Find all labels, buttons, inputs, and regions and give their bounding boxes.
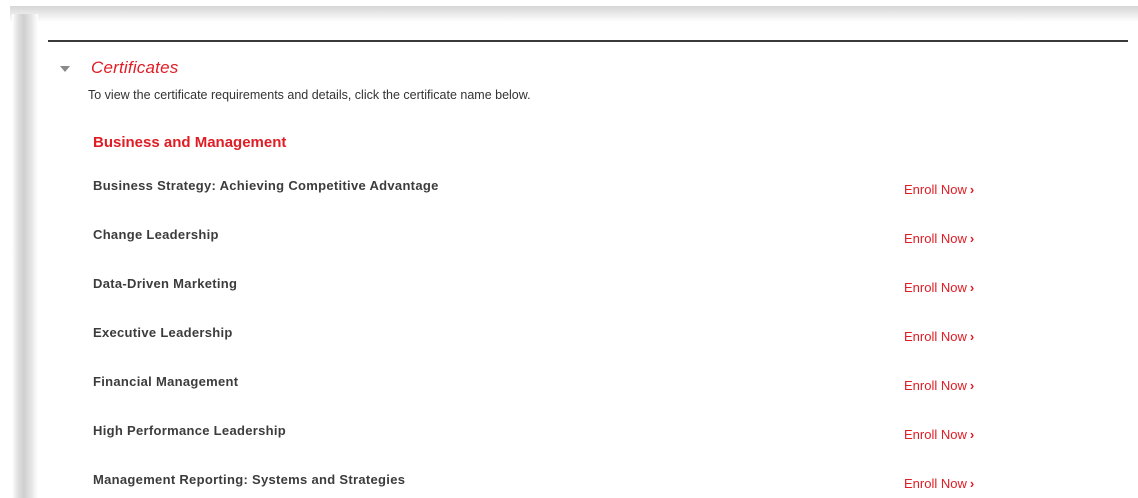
caret-down-icon[interactable] <box>60 66 70 72</box>
section-title[interactable]: Certificates <box>91 58 178 78</box>
certificate-row: Data-Driven Marketing Enroll Now › <box>93 276 1033 296</box>
enroll-now-link[interactable]: Enroll Now › <box>904 280 974 295</box>
certificate-name-link[interactable]: Management Reporting: Systems and Strate… <box>93 472 405 487</box>
certificate-name-link[interactable]: Data-Driven Marketing <box>93 276 237 291</box>
page: Certificates To view the certificate req… <box>0 0 1138 498</box>
enroll-now-label: Enroll Now <box>904 182 967 197</box>
certificate-row: Management Reporting: Systems and Strate… <box>93 472 1033 492</box>
enroll-now-link[interactable]: Enroll Now › <box>904 378 974 393</box>
certificate-name-link[interactable]: High Performance Leadership <box>93 423 286 438</box>
certificate-name-link[interactable]: Change Leadership <box>93 227 219 242</box>
enroll-now-label: Enroll Now <box>904 378 967 393</box>
certificates-section-toggle[interactable]: Certificates <box>60 56 178 80</box>
section-divider <box>48 40 1128 42</box>
chevron-right-icon: › <box>969 378 975 393</box>
section-intro: To view the certificate requirements and… <box>88 88 531 102</box>
enroll-now-label: Enroll Now <box>904 476 967 491</box>
enroll-now-link[interactable]: Enroll Now › <box>904 329 974 344</box>
enroll-now-label: Enroll Now <box>904 231 967 246</box>
chevron-right-icon: › <box>969 329 975 344</box>
certificate-row: Change Leadership Enroll Now › <box>93 227 1033 247</box>
chevron-right-icon: › <box>969 182 975 197</box>
certificate-name-link[interactable]: Financial Management <box>93 374 238 389</box>
certificate-row: High Performance Leadership Enroll Now › <box>93 423 1033 443</box>
certificate-name-link[interactable]: Executive Leadership <box>93 325 233 340</box>
chevron-right-icon: › <box>969 231 975 246</box>
enroll-now-link[interactable]: Enroll Now › <box>904 182 974 197</box>
group-title: Business and Management <box>93 134 287 151</box>
chevron-right-icon: › <box>969 427 975 442</box>
certificate-row: Financial Management Enroll Now › <box>93 374 1033 394</box>
enroll-now-label: Enroll Now <box>904 280 967 295</box>
certificate-row: Executive Leadership Enroll Now › <box>93 325 1033 345</box>
enroll-now-label: Enroll Now <box>904 329 967 344</box>
enroll-now-label: Enroll Now <box>904 427 967 442</box>
enroll-now-link[interactable]: Enroll Now › <box>904 427 974 442</box>
shadow-top <box>10 6 1138 22</box>
shadow-left <box>12 14 38 498</box>
certificate-name-link[interactable]: Business Strategy: Achieving Competitive… <box>93 178 439 193</box>
certificate-row: Business Strategy: Achieving Competitive… <box>93 178 1033 198</box>
chevron-right-icon: › <box>969 280 975 295</box>
enroll-now-link[interactable]: Enroll Now › <box>904 231 974 246</box>
chevron-right-icon: › <box>969 476 975 491</box>
enroll-now-link[interactable]: Enroll Now › <box>904 476 974 491</box>
